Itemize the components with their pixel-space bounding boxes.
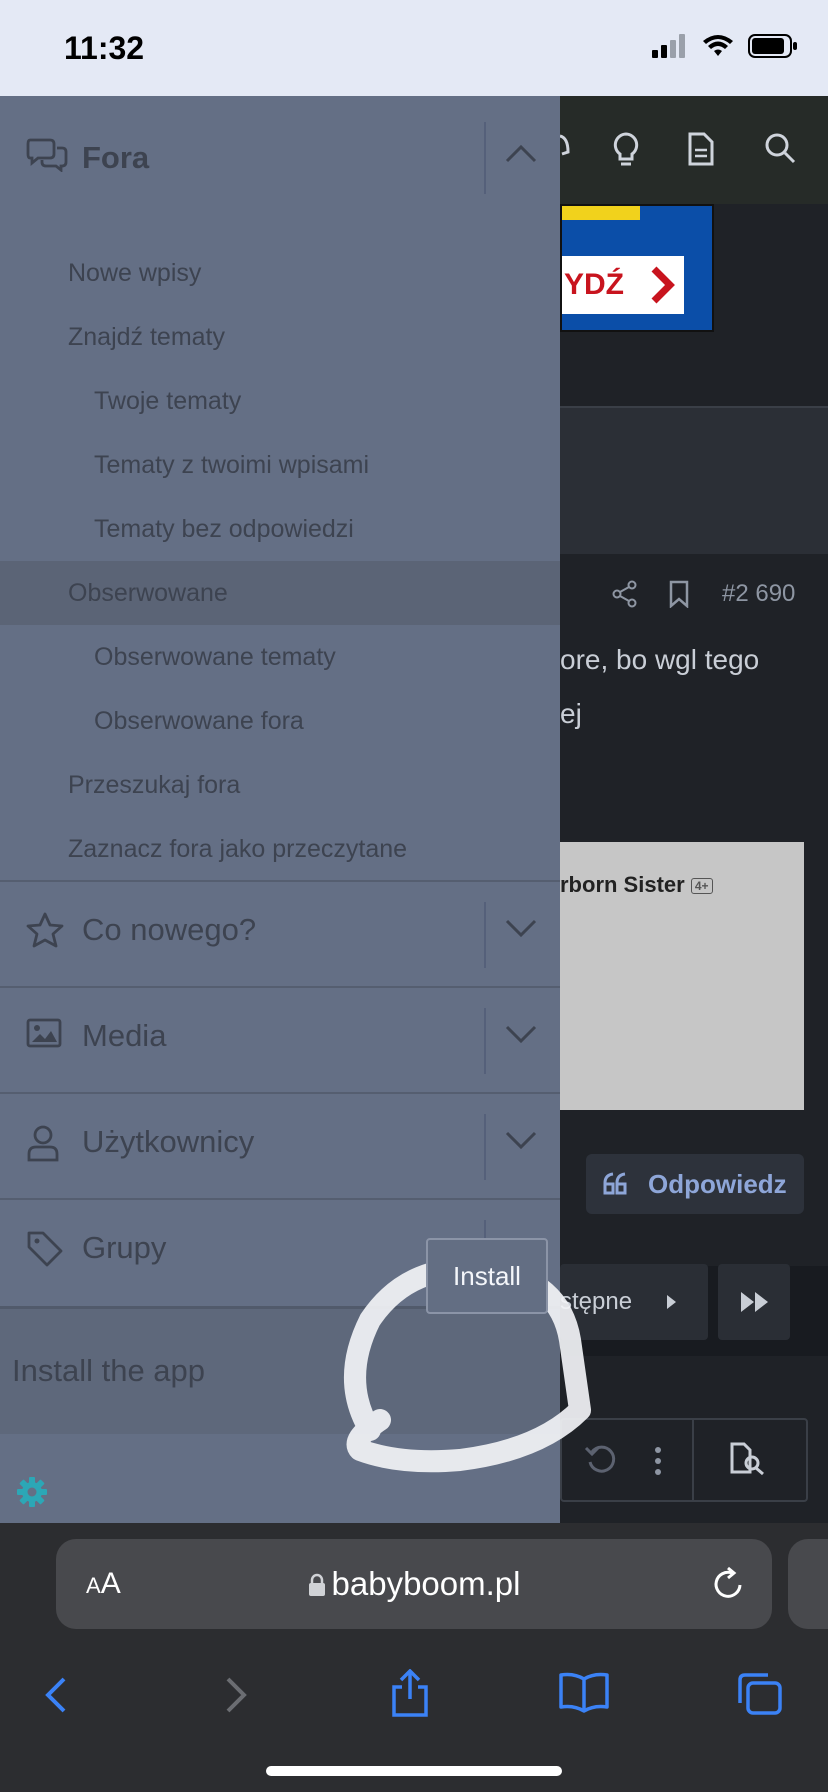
post-meta: #2 690 (560, 572, 828, 616)
section-divider (484, 1008, 486, 1074)
ad-button[interactable]: YDŹ (562, 256, 684, 314)
background-band (560, 406, 828, 554)
share-icon[interactable] (388, 1669, 432, 1719)
status-icons (652, 34, 798, 58)
menu-item-obserwowane-tematy[interactable]: Obserwowane tematy (0, 625, 560, 689)
install-button[interactable]: Install (426, 1238, 548, 1314)
next-page-label: stępne (560, 1288, 633, 1315)
browser-toolbar: AA babyboom.pl (0, 1523, 828, 1792)
address-bar[interactable]: AA babyboom.pl (56, 1539, 772, 1629)
ad-button-label: YDŹ (564, 268, 624, 301)
chevron-right-icon (651, 266, 675, 304)
section-uzytkownicy-label: Użytkownicy (82, 1124, 255, 1159)
card-title-text: rborn Sister (560, 872, 685, 897)
last-page-button[interactable] (718, 1264, 790, 1340)
menu-item-obserwowane[interactable]: Obserwowane (0, 561, 560, 625)
tabs-icon[interactable] (736, 1671, 784, 1717)
menu-item-obserwowane-fora[interactable]: Obserwowane fora (0, 689, 560, 753)
url-text: babyboom.pl (331, 1565, 521, 1602)
undo-icon[interactable] (584, 1442, 618, 1476)
gear-icon[interactable] (16, 1476, 48, 1508)
install-app-label: Install the app (12, 1353, 206, 1388)
bookmark-icon[interactable] (668, 580, 690, 608)
status-time: 11:32 (64, 30, 145, 66)
advertisement-banner[interactable]: YDŹ (560, 204, 714, 332)
menu-item-tematy-bez-odpowiedzi[interactable]: Tematy bez odpowiedzi (0, 497, 560, 561)
forward-icon[interactable] (222, 1675, 250, 1715)
section-uzytkownicy[interactable]: Użytkownicy (0, 1092, 560, 1196)
back-icon[interactable] (42, 1675, 70, 1715)
reload-icon[interactable] (712, 1565, 746, 1601)
menu-item-twoje-tematy[interactable]: Twoje tematy (0, 369, 560, 433)
section-co-nowego[interactable]: Co nowego? (0, 880, 560, 984)
lightbulb-icon[interactable] (612, 132, 640, 168)
comments-icon (26, 138, 68, 172)
quote-icon (603, 1172, 627, 1195)
chevron-down-icon[interactable] (504, 918, 538, 940)
section-divider (484, 1114, 486, 1180)
section-divider (484, 122, 486, 194)
home-indicator (266, 1766, 562, 1776)
embedded-app-card[interactable]: rborn Sister 4+ (560, 842, 804, 1110)
status-bar: 11:32 (0, 0, 828, 96)
search-icon[interactable] (764, 132, 796, 164)
reply-label: Odpowiedz (648, 1169, 787, 1199)
fast-forward-icon (741, 1292, 768, 1312)
battery-icon (748, 34, 797, 58)
background-page: YDŹ #2 690 ore, bo wgl tego ej rborn Sis… (560, 96, 828, 1523)
ad-yellow-strip (562, 206, 640, 220)
document-icon[interactable] (688, 132, 714, 166)
cellular-signal-icon (652, 34, 685, 58)
alert-icon[interactable] (560, 132, 572, 160)
reply-button[interactable]: Odpowiedz (586, 1154, 804, 1214)
star-icon (26, 912, 64, 948)
browser-nav-row (0, 1653, 828, 1743)
wifi-icon (703, 35, 733, 56)
menu-item-przeszukaj-fora[interactable]: Przeszukaj fora (0, 753, 560, 817)
background-topbar (560, 96, 828, 204)
card-badge: 4+ (690, 878, 713, 895)
menu-item-nowe-wpisy[interactable]: Nowe wpisy (0, 241, 560, 305)
more-options-icon[interactable] (654, 1446, 662, 1476)
url-display[interactable]: babyboom.pl (56, 1565, 772, 1603)
chevron-down-icon[interactable] (504, 1130, 538, 1152)
bookmarks-icon[interactable] (558, 1671, 610, 1713)
chevron-down-icon[interactable] (504, 1024, 538, 1046)
section-grupy-label: Grupy (82, 1230, 167, 1265)
user-icon (27, 1125, 59, 1162)
share-icon[interactable] (612, 580, 638, 608)
menu-item-tematy-z-twoimi-wpisami[interactable]: Tematy z twoimi wpisami (0, 433, 560, 497)
post-text-line2: ej (560, 698, 582, 729)
lock-icon (308, 1573, 325, 1596)
toolbar-divider (692, 1418, 694, 1502)
section-fora[interactable]: Fora (0, 96, 560, 220)
section-fora-label: Fora (82, 140, 150, 175)
next-tab-preview[interactable] (788, 1539, 828, 1629)
tag-icon (27, 1231, 63, 1267)
post-number[interactable]: #2 690 (722, 580, 795, 608)
install-app-bar: Install the app (0, 1306, 560, 1434)
preview-icon[interactable] (730, 1442, 766, 1476)
editor-toolbar (560, 1418, 808, 1502)
section-co-nowego-label: Co nowego? (82, 912, 257, 947)
menu-item-zaznacz-fora-jako-przeczytane[interactable]: Zaznacz fora jako przeczytane (0, 817, 560, 881)
section-media-label: Media (82, 1018, 167, 1053)
chevron-up-icon[interactable] (504, 142, 538, 164)
section-media[interactable]: Media (0, 986, 560, 1090)
post-text-line1: ore, bo wgl tego (560, 644, 760, 675)
section-divider (484, 902, 486, 968)
image-icon (26, 1018, 62, 1048)
caret-right-icon (667, 1295, 676, 1309)
menu-item-znajdz-tematy[interactable]: Znajdź tematy (0, 305, 560, 369)
next-page-button[interactable]: stępne (560, 1264, 708, 1340)
card-title: rborn Sister 4+ (560, 872, 713, 898)
